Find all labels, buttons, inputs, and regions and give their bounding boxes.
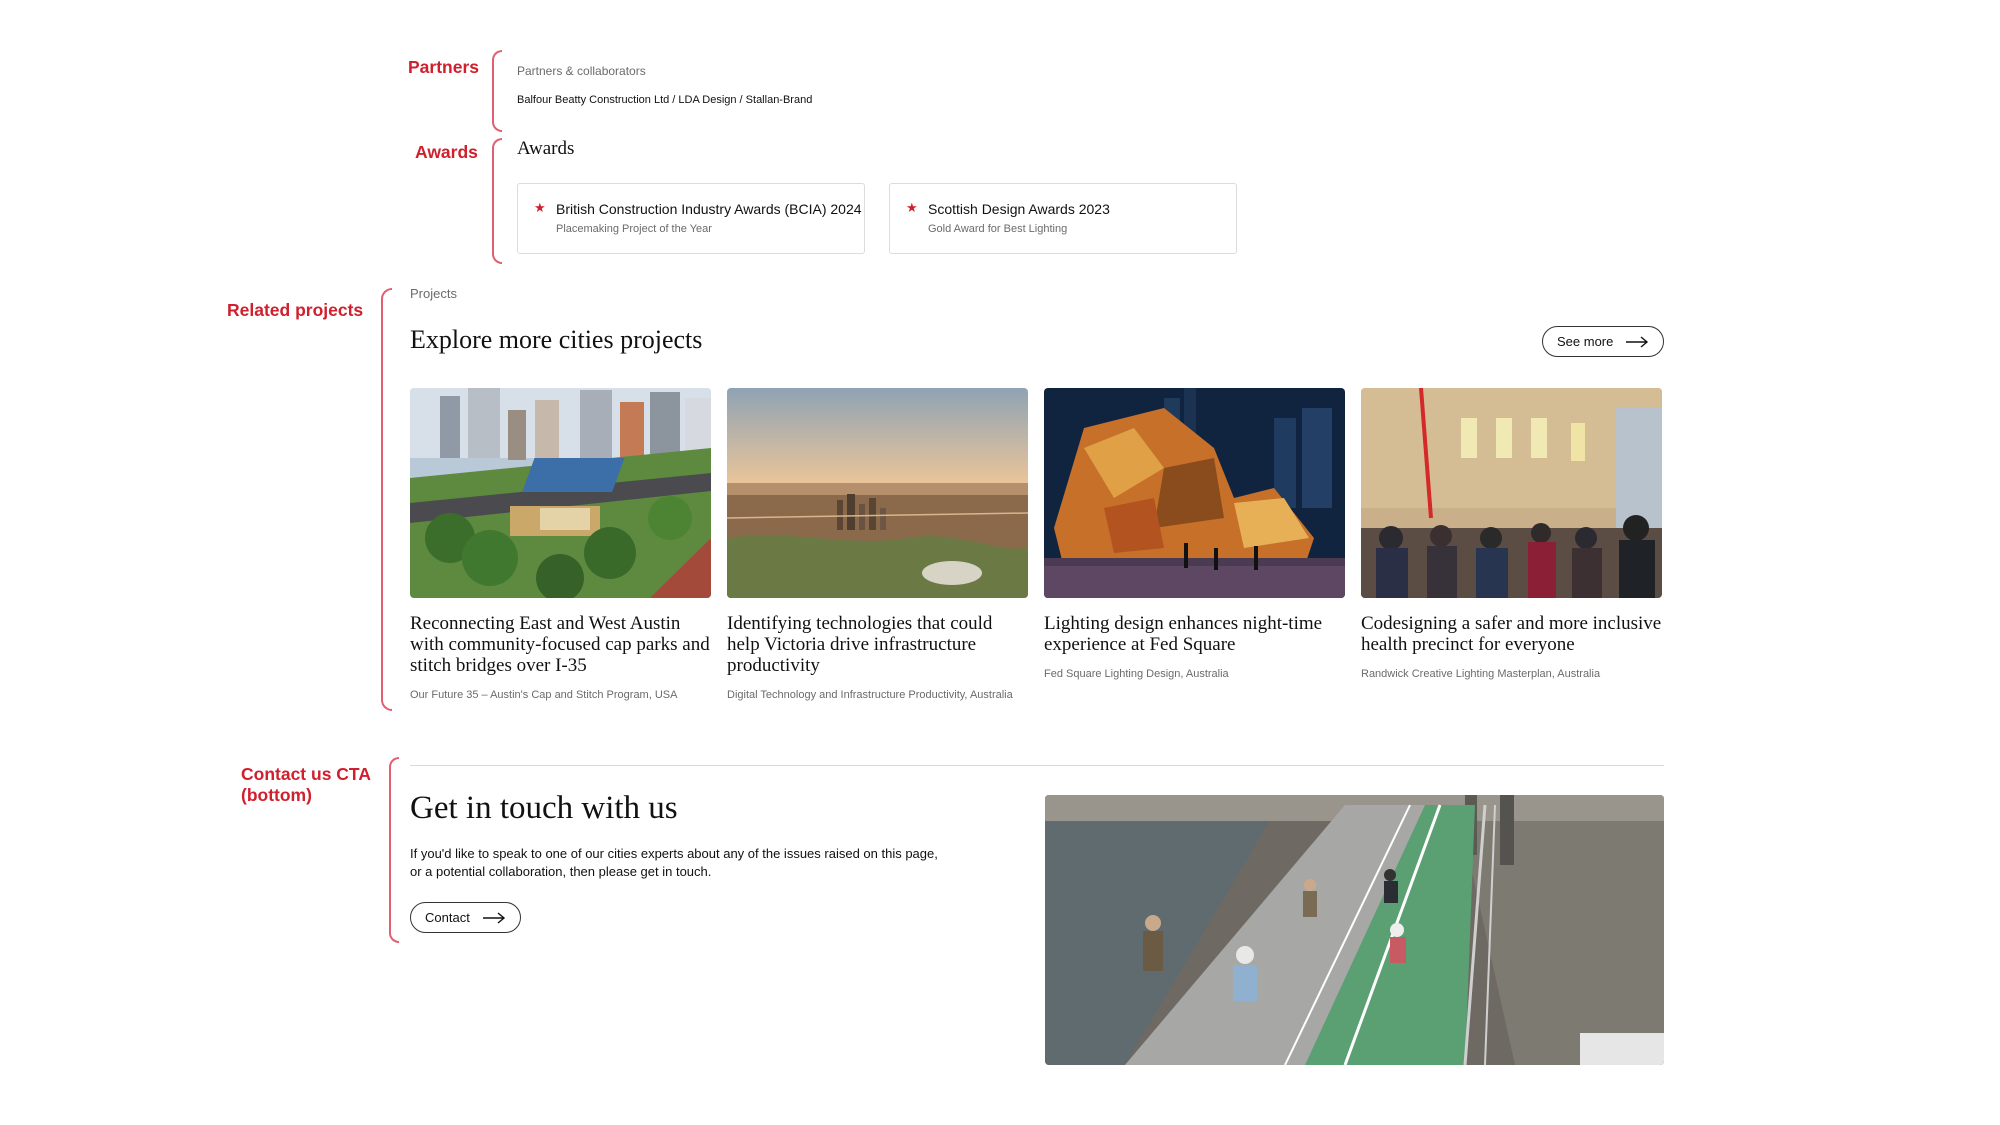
contact-heading: Get in touch with us <box>410 790 678 826</box>
annotation-contact-cta-label: Contact us CTA (bottom) <box>241 764 371 806</box>
project-card-fed-square[interactable]: Lighting design enhances night-time expe… <box>1044 388 1345 680</box>
project-meta: Digital Technology and Infrastructure Pr… <box>727 689 1013 701</box>
award-card: ★ British Construction Industry Awards (… <box>517 183 865 254</box>
project-image-randwick <box>1361 388 1662 598</box>
annotation-contact-cta-line1: Contact us CTA <box>241 764 371 784</box>
projects-eyebrow: Projects <box>410 286 457 301</box>
project-title[interactable]: Lighting design enhances night-time expe… <box>1044 613 1345 655</box>
contact-button-label: Contact <box>425 910 470 925</box>
project-card-austin[interactable]: Reconnecting East and West Austin with c… <box>410 388 711 701</box>
project-title[interactable]: Identifying technologies that could help… <box>727 613 1028 676</box>
partners-names: Balfour Beatty Construction Ltd / LDA De… <box>517 94 813 106</box>
star-icon: ★ <box>906 200 918 215</box>
see-more-button[interactable]: See more <box>1542 326 1665 357</box>
project-title[interactable]: Codesigning a safer and more inclusive h… <box>1361 613 1662 655</box>
awards-heading: Awards <box>517 138 575 159</box>
contact-body: If you'd like to speak to one of our cit… <box>410 846 938 879</box>
partners-eyebrow: Partners & collaborators <box>517 64 646 78</box>
annotation-awards-bracket <box>492 138 502 264</box>
annotation-contact-cta-bracket <box>389 757 399 943</box>
star-icon: ★ <box>534 200 546 215</box>
annotation-partners-label: Partners <box>408 57 480 77</box>
award-title: Scottish Design Awards 2023 <box>928 201 1110 217</box>
award-subtitle: Placemaking Project of the Year <box>556 223 712 235</box>
project-title[interactable]: Reconnecting East and West Austin with c… <box>410 613 711 676</box>
annotation-related-projects-bracket <box>381 288 392 711</box>
project-image-austin <box>410 388 711 598</box>
annotation-awards-label: Awards <box>415 142 478 162</box>
annotation-partners-bracket <box>492 50 502 132</box>
project-meta: Fed Square Lighting Design, Australia <box>1044 668 1229 680</box>
award-card: ★ Scottish Design Awards 2023 Gold Award… <box>889 183 1237 254</box>
contact-button[interactable]: Contact <box>410 902 521 933</box>
project-card-randwick[interactable]: Codesigning a safer and more inclusive h… <box>1361 388 1662 680</box>
arrow-right-icon <box>482 911 506 924</box>
project-image-fed-square <box>1044 388 1345 598</box>
project-card-victoria[interactable]: Identifying technologies that could help… <box>727 388 1028 701</box>
award-subtitle: Gold Award for Best Lighting <box>928 223 1068 235</box>
arrow-right-icon <box>1625 335 1649 348</box>
annotation-contact-cta-line2: (bottom) <box>241 785 312 805</box>
see-more-label: See more <box>1557 334 1614 349</box>
project-image-victoria <box>727 388 1028 598</box>
project-meta: Our Future 35 – Austin's Cap and Stitch … <box>410 689 678 701</box>
projects-heading: Explore more cities projects <box>410 325 703 354</box>
award-title: British Construction Industry Awards (BC… <box>556 201 862 217</box>
annotation-related-projects-label: Related projects <box>227 300 364 320</box>
section-divider <box>410 765 1664 766</box>
project-meta: Randwick Creative Lighting Masterplan, A… <box>1361 668 1601 680</box>
contact-image <box>1045 795 1664 1065</box>
